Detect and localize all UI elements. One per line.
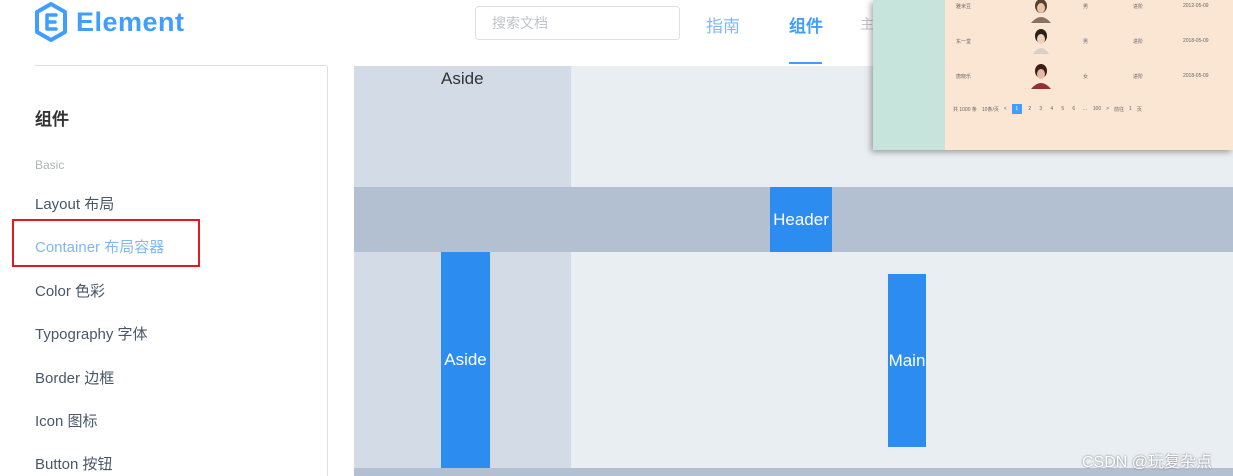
csdn-watermark: CSDN @玩复杂点 bbox=[1082, 454, 1213, 471]
demo-header-block: Header bbox=[770, 187, 832, 252]
logo-text: Element bbox=[76, 6, 185, 37]
demo-main-block: Main bbox=[888, 274, 926, 447]
cell-gender: 女 bbox=[1083, 74, 1089, 80]
cell-date: 2018-05-09 bbox=[1183, 38, 1209, 44]
sidebar-title: 组件 bbox=[35, 110, 69, 129]
nav-guide[interactable]: 指南 bbox=[706, 12, 740, 37]
sidebar-group-basic: Basic bbox=[35, 158, 65, 172]
pagination-page[interactable]: 5 bbox=[1060, 106, 1066, 112]
avatar-icon bbox=[1031, 64, 1051, 89]
demo-aside-top-label: Aside bbox=[441, 69, 484, 88]
pagination-jump-label: 前往 bbox=[1114, 106, 1125, 113]
sidebar-item-icon[interactable]: Icon 图标 bbox=[35, 410, 98, 431]
sidebar-item-typography[interactable]: Typography 字体 bbox=[35, 323, 148, 344]
cell-name: 雅米豆 bbox=[956, 4, 972, 10]
pagination-page[interactable]: 3 bbox=[1038, 106, 1044, 112]
nav-components[interactable]: 组件 bbox=[789, 12, 823, 37]
pagination-jump-input[interactable]: 1 bbox=[1129, 106, 1132, 112]
annotation-highlight-box bbox=[12, 219, 200, 267]
cell-name: 东一堂 bbox=[956, 39, 972, 45]
cell-gender: 男 bbox=[1083, 39, 1089, 45]
avatar-icon bbox=[1031, 0, 1051, 23]
pagination-next[interactable]: > bbox=[1106, 106, 1109, 112]
sidebar-item-border[interactable]: Border 边框 bbox=[35, 367, 114, 388]
pagination-page[interactable]: 4 bbox=[1049, 106, 1055, 112]
cell-level: 进阶 bbox=[1133, 39, 1144, 45]
demo-aside-top: Aside bbox=[354, 66, 571, 187]
cell-name: 唐晓乐 bbox=[956, 74, 972, 80]
pagination-prev[interactable]: < bbox=[1004, 106, 1007, 112]
avatar-icon bbox=[1033, 29, 1049, 54]
pagination-jump-unit: 页 bbox=[1136, 106, 1142, 113]
pagination: 共 1000 条 10条/页 < 1 2 3 4 5 6 ... 100 > 前… bbox=[953, 103, 1142, 115]
preview-overlay: 雅米豆 男 进阶 2012-05-09 东一堂 男 进阶 2018-05-09 … bbox=[873, 0, 1233, 150]
preview-aside bbox=[873, 0, 945, 150]
cell-date: 2012-05-09 bbox=[1183, 3, 1209, 9]
pagination-page[interactable]: 2 bbox=[1027, 106, 1033, 112]
sidebar-item-button[interactable]: Button 按钮 bbox=[35, 453, 113, 474]
sidebar-item-layout[interactable]: Layout 布局 bbox=[35, 193, 114, 214]
pagination-ellipsis[interactable]: ... bbox=[1082, 106, 1088, 112]
sidebar-item-color[interactable]: Color 色彩 bbox=[35, 280, 105, 301]
cell-gender: 男 bbox=[1083, 4, 1089, 10]
pagination-page[interactable]: 1 bbox=[1011, 104, 1022, 114]
pagination-page[interactable]: 6 bbox=[1071, 106, 1077, 112]
element-logo-icon bbox=[35, 2, 67, 42]
pagination-page[interactable]: 100 bbox=[1093, 106, 1101, 112]
cell-level: 进阶 bbox=[1133, 74, 1144, 80]
table-row: 雅米豆 男 进阶 2012-05-09 bbox=[953, 0, 1228, 39]
element-logo[interactable]: Element bbox=[34, 2, 185, 42]
demo-aside-block: Aside bbox=[441, 252, 490, 468]
cell-date: 2018-05-09 bbox=[1183, 73, 1209, 79]
table-row: 东一堂 男 进阶 2018-05-09 bbox=[953, 29, 1228, 74]
pagination-size-select[interactable]: 10条/页 bbox=[982, 106, 999, 113]
cell-level: 进阶 bbox=[1133, 4, 1144, 10]
nav-active-indicator bbox=[789, 62, 822, 64]
search-input[interactable] bbox=[475, 6, 680, 40]
sidebar-border bbox=[327, 66, 328, 476]
nav-more[interactable]: 主 bbox=[860, 14, 874, 34]
pagination-total: 共 1000 条 bbox=[953, 106, 977, 113]
